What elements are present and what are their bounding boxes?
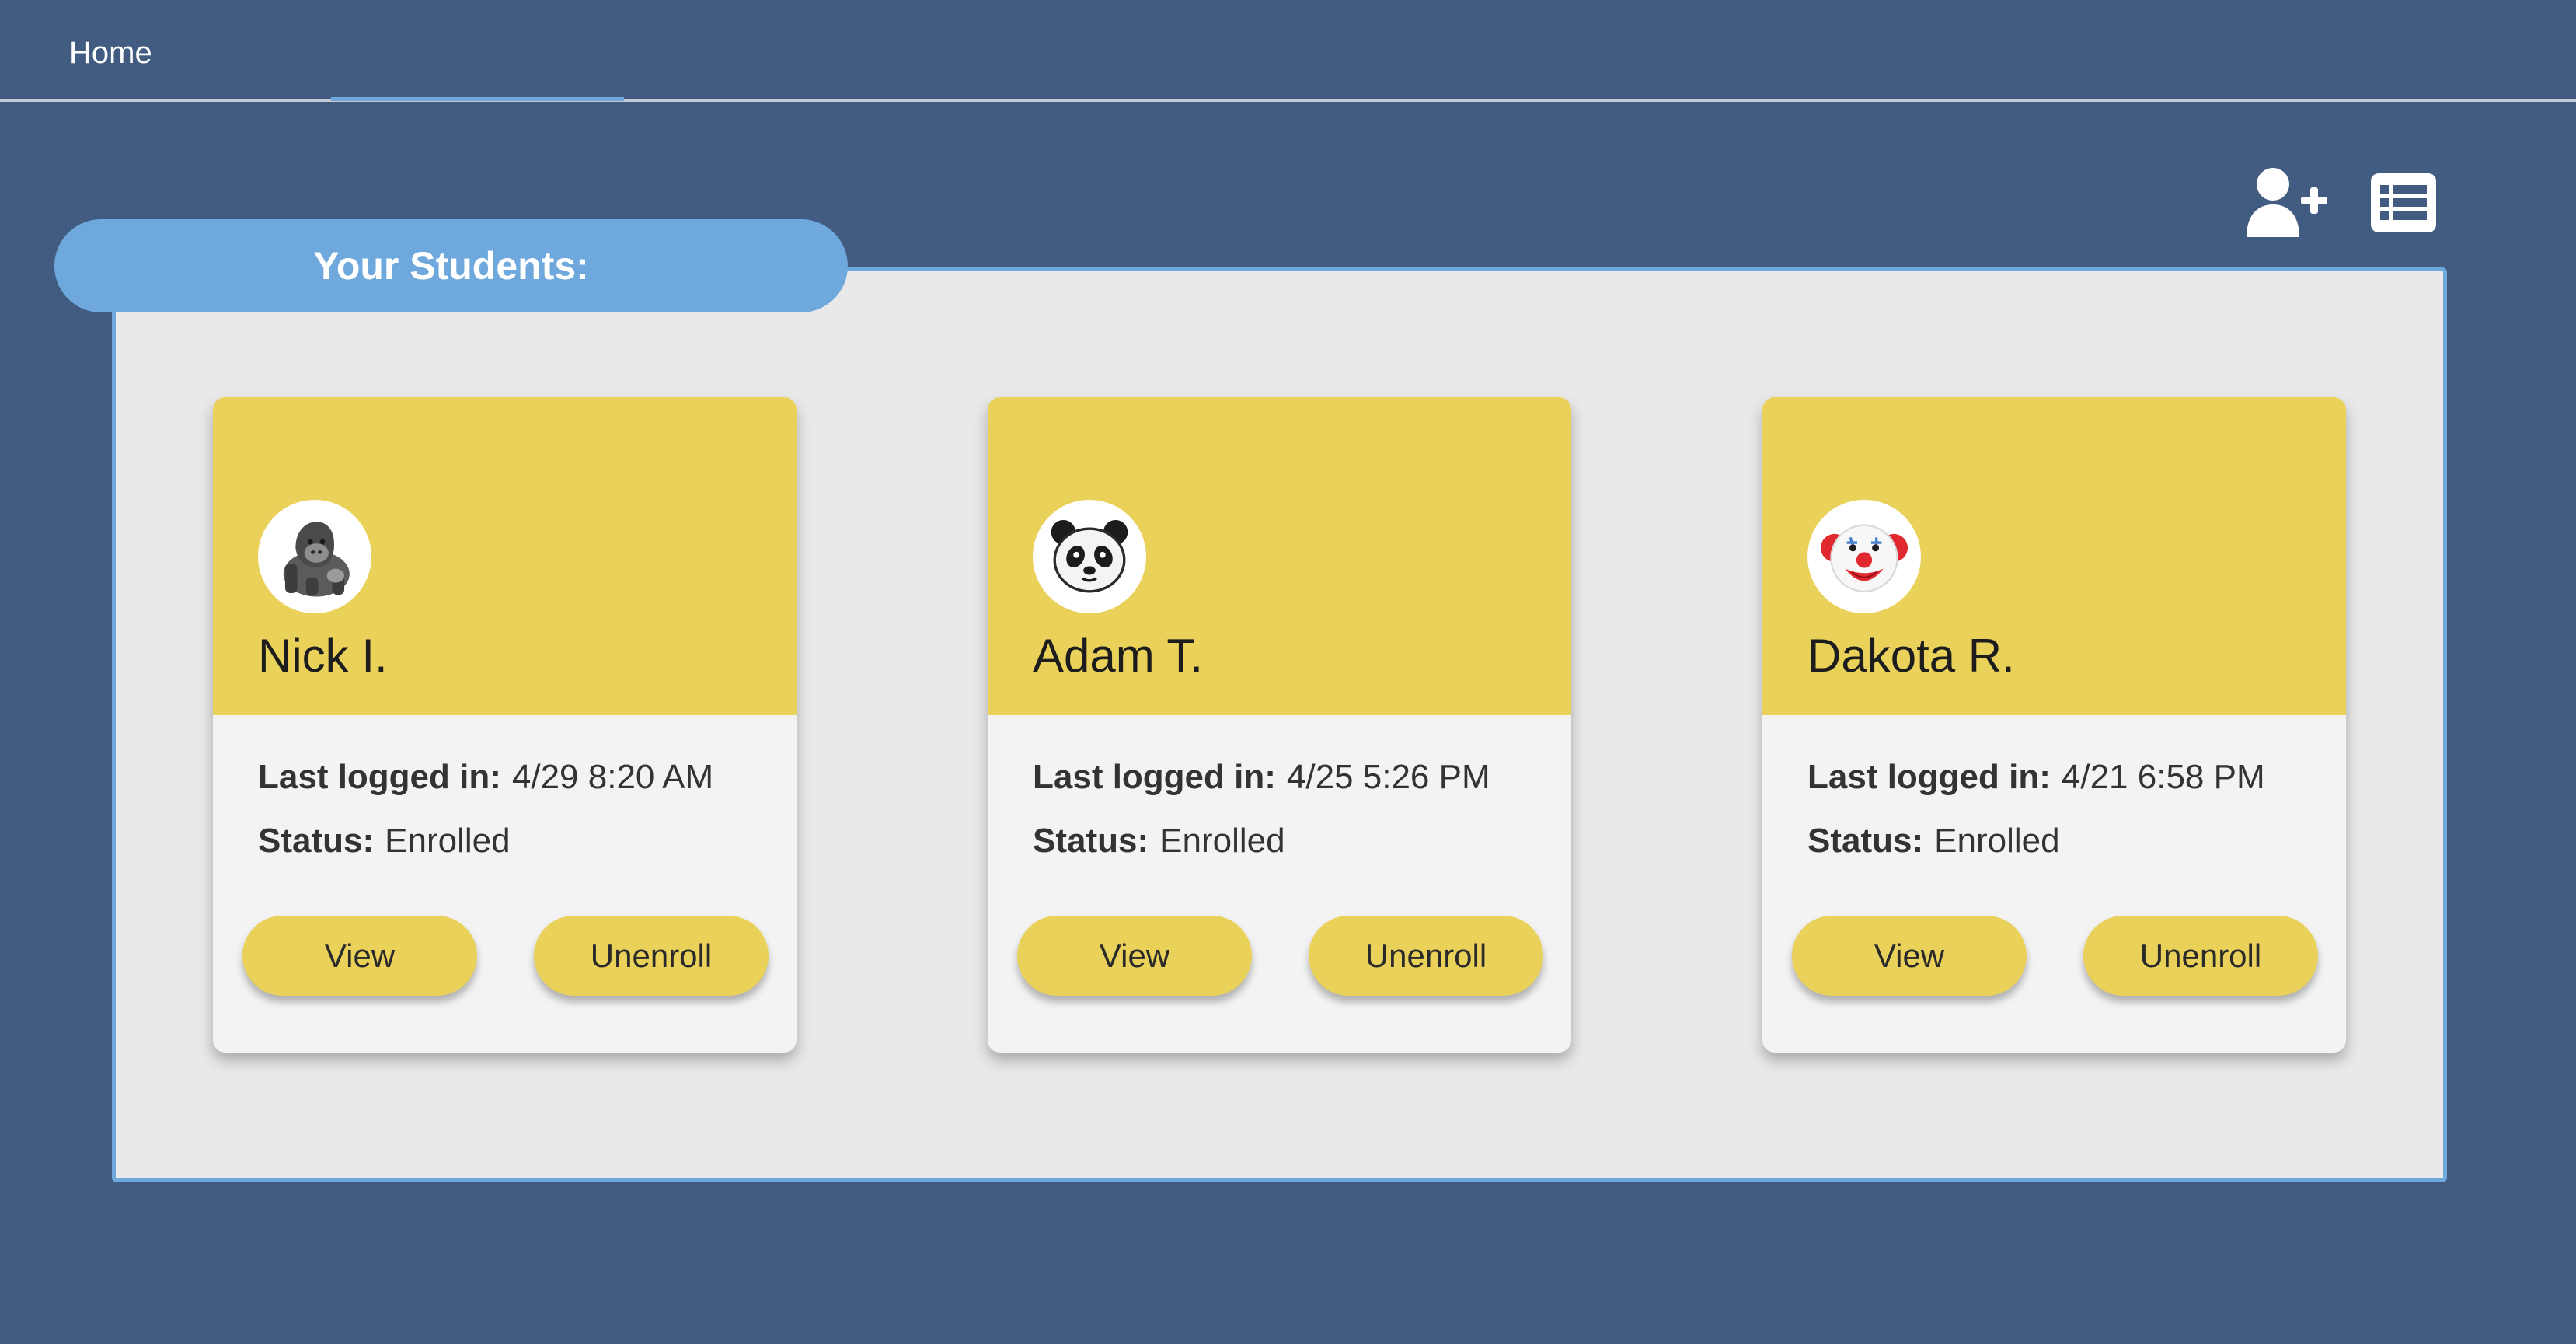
- view-button[interactable]: View: [242, 916, 477, 996]
- avatar: [1807, 500, 1921, 613]
- last-login-value: 4/21 6:58 PM: [2061, 758, 2265, 796]
- list-icon: [2371, 173, 2436, 232]
- status-label: Status:: [258, 822, 375, 860]
- clown-icon: [1821, 524, 1908, 592]
- status-label: Status:: [1033, 822, 1149, 860]
- gorilla-icon: [283, 522, 350, 597]
- unenroll-button[interactable]: Unenroll: [1309, 916, 1543, 996]
- user-plus-icon: [2247, 168, 2327, 237]
- nav-home-link[interactable]: Home: [69, 33, 152, 73]
- status-label: Status:: [1807, 822, 1924, 860]
- avatar: [1033, 500, 1146, 613]
- status-row: Status: Enrolled: [1807, 819, 2060, 863]
- status-value: Enrolled: [1159, 822, 1285, 860]
- student-card: Adam T. Last logged in: 4/25 5:26 PM Stat…: [988, 397, 1571, 1053]
- status-value: Enrolled: [1934, 822, 2060, 860]
- student-name: Adam T.: [1033, 630, 1203, 682]
- last-login-row: Last logged in: 4/25 5:26 PM: [1033, 756, 1490, 799]
- last-login-row: Last logged in: 4/29 8:20 AM: [258, 756, 713, 799]
- last-login-row: Last logged in: 4/21 6:58 PM: [1807, 756, 2265, 799]
- last-login-value: 4/29 8:20 AM: [511, 758, 714, 796]
- view-button[interactable]: View: [1792, 916, 2027, 996]
- last-login-value: 4/25 5:26 PM: [1286, 758, 1490, 796]
- nav-active-indicator: [331, 97, 624, 101]
- unenroll-button[interactable]: Unenroll: [2083, 916, 2318, 996]
- student-card: Nick I. Last logged in: 4/29 8:20 AM Stat…: [213, 397, 797, 1053]
- avatar: [258, 500, 371, 613]
- status-value: Enrolled: [385, 822, 511, 860]
- add-student-button[interactable]: [2243, 167, 2329, 239]
- panel-title: Your Students:: [313, 244, 589, 288]
- panda-icon: [1051, 519, 1128, 593]
- view-button[interactable]: View: [1017, 916, 1252, 996]
- status-row: Status: Enrolled: [1033, 819, 1285, 863]
- last-login-label: Last logged in:: [1033, 758, 1276, 796]
- unenroll-button[interactable]: Unenroll: [534, 916, 769, 996]
- student-card: Dakota R. Last logged in: 4/21 6:58 PM St…: [1762, 397, 2346, 1053]
- student-name: Nick I.: [258, 630, 388, 682]
- last-login-label: Last logged in:: [258, 758, 501, 796]
- students-panel-header: Your Students:: [54, 219, 848, 312]
- student-card-header: Adam T.: [988, 397, 1571, 715]
- top-nav: Home: [0, 0, 2576, 102]
- last-login-label: Last logged in:: [1807, 758, 2051, 796]
- student-name: Dakota R.: [1807, 630, 2015, 682]
- student-card-header: Nick I.: [213, 397, 797, 715]
- status-row: Status: Enrolled: [258, 819, 511, 863]
- list-view-button[interactable]: [2369, 172, 2438, 234]
- student-card-header: Dakota R.: [1762, 397, 2346, 715]
